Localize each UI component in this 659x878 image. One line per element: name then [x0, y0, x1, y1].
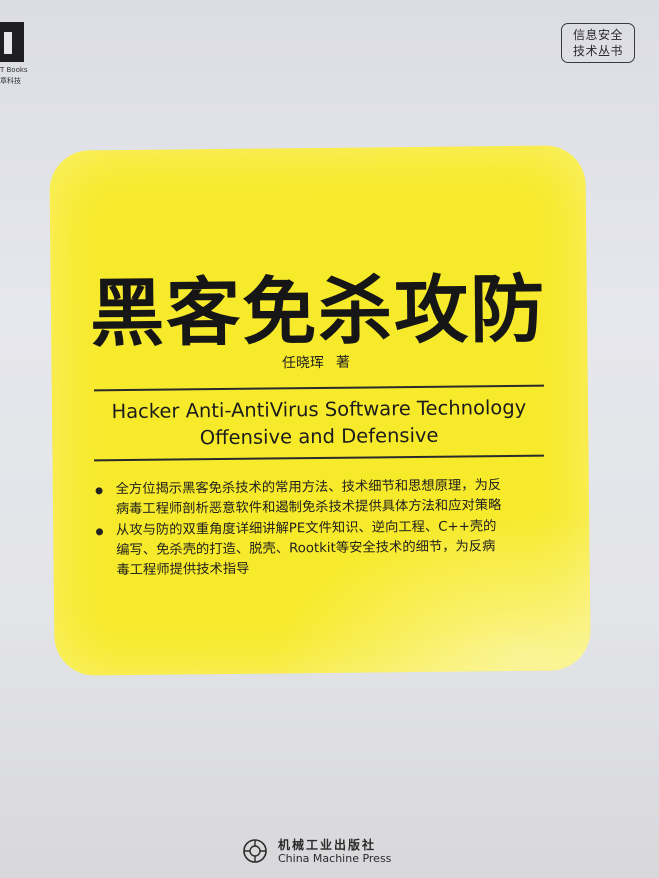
feature-list: 全方位揭示黑客免杀技术的常用方法、技术细节和思想原理，为反 病毒工程师剖析恶意软… — [93, 476, 554, 583]
bullet-dot-icon — [95, 528, 104, 536]
press-emblem-icon — [243, 839, 267, 863]
feature-item: 全方位揭示黑客免杀技术的常用方法、技术细节和思想原理，为反 病毒工程师剖析恶意软… — [93, 476, 553, 521]
press-mark: 机械工业出版社 China Machine Press — [242, 836, 422, 872]
author-role: 著 — [335, 354, 351, 371]
bullet-dot-icon — [95, 487, 103, 495]
series-badge: 信息安全 技术丛书 — [561, 23, 635, 63]
publisher-logo-icon — [0, 22, 24, 62]
publisher-logo-text: T Books — [0, 66, 28, 74]
book-cover: T Books 章科技 信息安全 技术丛书 黑客免杀攻防 任晓珲著 Hacker… — [0, 0, 659, 878]
book-title: 黑客免杀攻防 — [89, 266, 547, 358]
feature-line: 毒工程师提供技术指导 — [116, 561, 250, 579]
publisher-logo: T Books 章科技 — [0, 22, 30, 85]
press-name-en: China Machine Press — [278, 852, 392, 865]
series-badge-line1: 信息安全 — [572, 28, 623, 42]
series-badge-line2: 技术丛书 — [572, 44, 623, 58]
publisher-logo-subtext: 章科技 — [0, 77, 21, 85]
english-title: Hacker Anti-AntiVirus Software Technolog… — [94, 394, 545, 453]
english-title-line1: Hacker Anti-AntiVirus Software Technolog… — [111, 395, 527, 424]
author-name: 任晓珲 — [281, 354, 325, 372]
feature-item: 从攻与防的双重角度详细讲解PE文件知识、逆向工程、C++壳的 编写、免杀壳的打造… — [94, 517, 555, 582]
press-name-cn: 机械工业出版社 — [278, 838, 377, 852]
author-line: 任晓珲著 — [282, 352, 350, 373]
english-title-line2: Offensive and Defensive — [199, 423, 439, 450]
